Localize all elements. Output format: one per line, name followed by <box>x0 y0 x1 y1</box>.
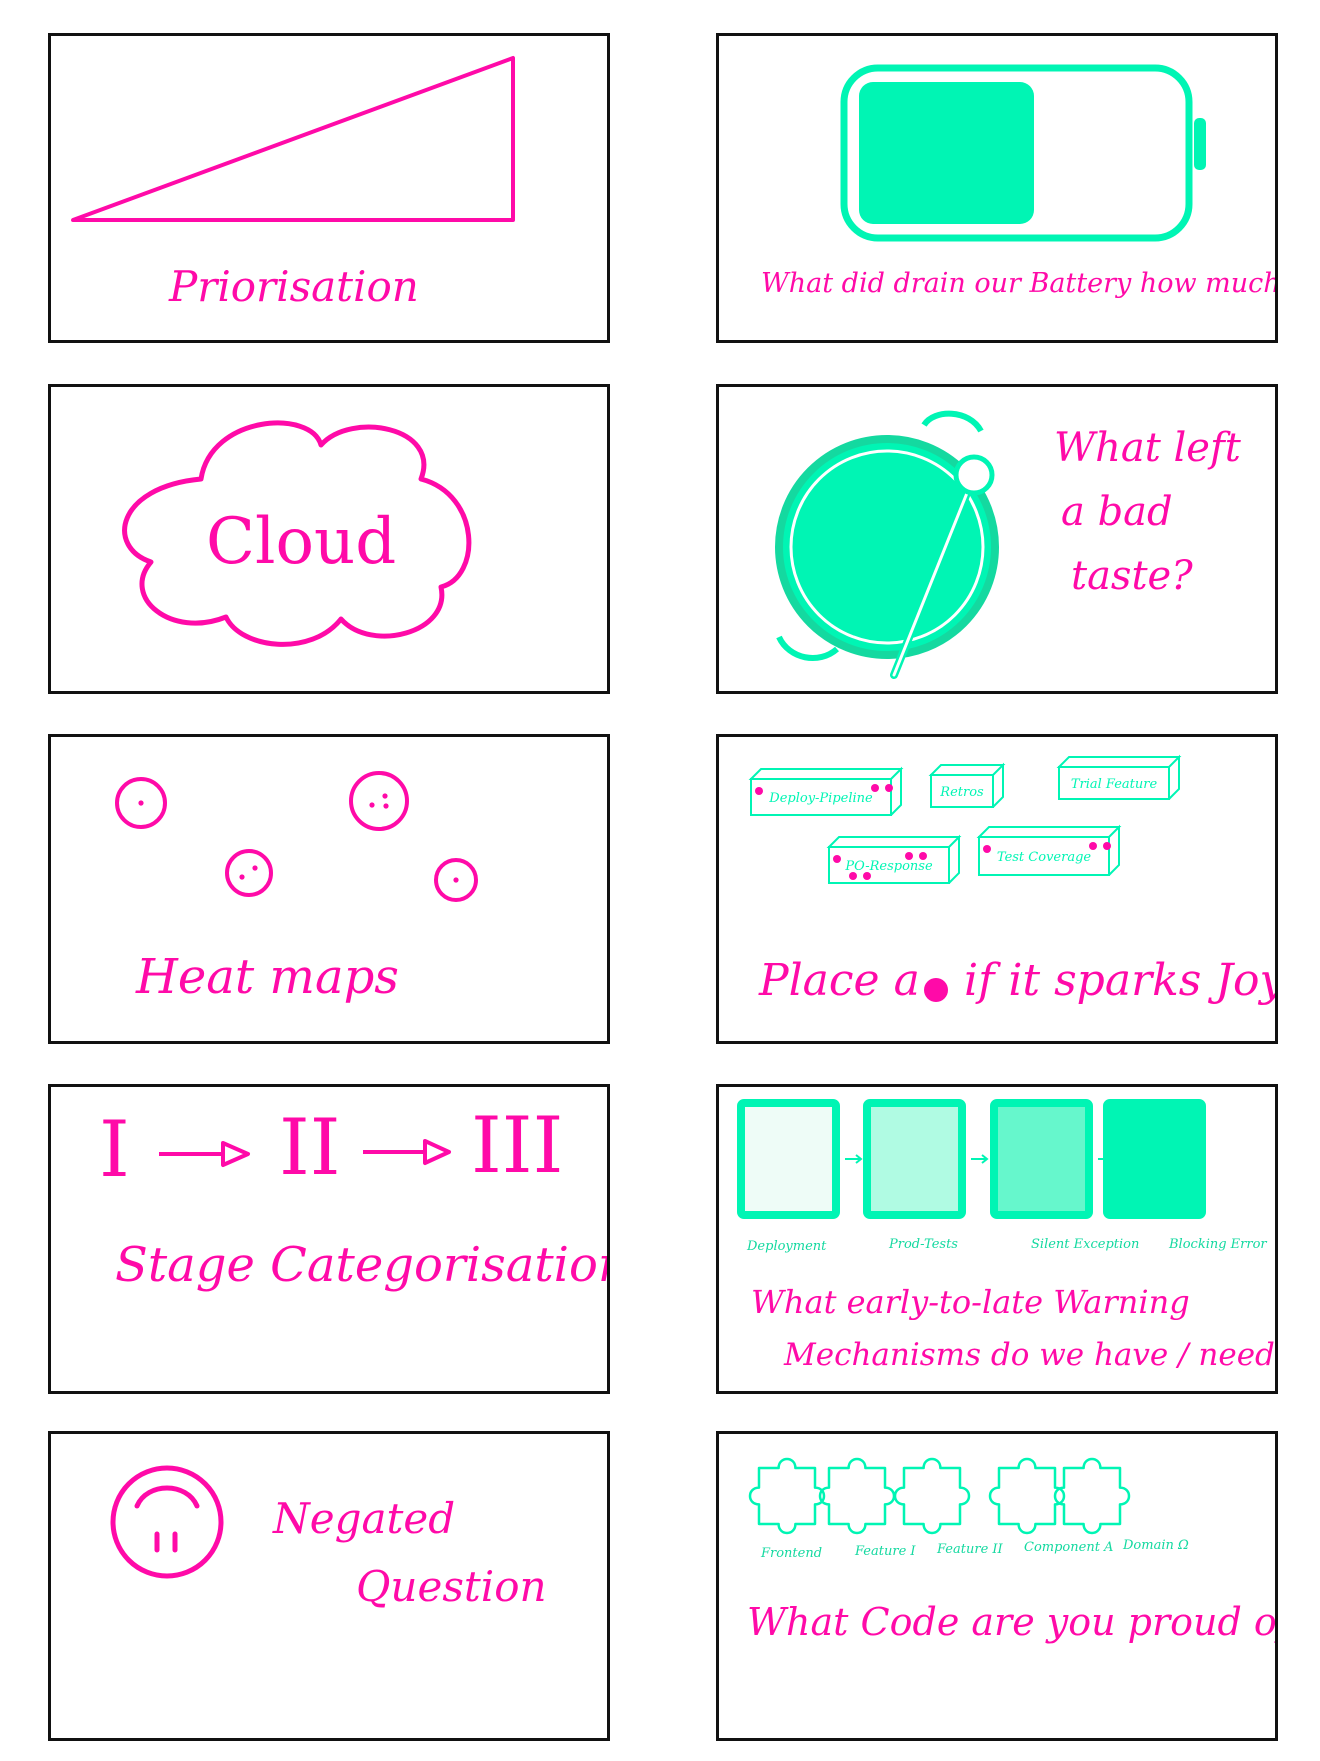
joy-dot <box>983 845 991 853</box>
piece-label-3: Feature II <box>937 1542 1003 1557</box>
heat-dot <box>252 865 258 871</box>
warning-stage-label-3: Silent Exception <box>1031 1237 1140 1252</box>
piece-label-5: Domain Ω <box>1123 1538 1189 1553</box>
stage-3: III <box>471 1101 564 1191</box>
joy-box-label: Trial Feature <box>1071 777 1158 792</box>
joy-dot <box>1103 842 1111 850</box>
joy-boxes: Deploy-Pipeline Retros Trial Feature PO-Res… <box>748 754 1182 884</box>
heat-dot <box>239 874 245 880</box>
stage-2: II <box>279 1103 341 1193</box>
stage-categorisation-label: Stage Categorisation <box>115 1237 610 1293</box>
joy-dot <box>919 852 927 860</box>
sparks-joy-part2: if it sparks Joy <box>964 955 1278 1006</box>
joy-dot <box>871 784 879 792</box>
negated-line2: Question <box>356 1562 547 1611</box>
card-battery: What did drain our Battery how much? <box>716 33 1278 343</box>
joy-dot <box>849 872 857 880</box>
joy-dot <box>1089 842 1097 850</box>
joy-box-label: Deploy-Pipeline <box>768 791 873 806</box>
warning-stage-panel <box>863 1099 966 1219</box>
heat-dot <box>369 802 375 808</box>
sparks-joy-part1: Place a <box>759 955 920 1006</box>
warning-stage-label-4: Blocking Error <box>1169 1237 1267 1252</box>
card-code-pride: Frontend Feature I Feature II Component … <box>716 1431 1278 1741</box>
card-prioritisation: Priorisation <box>48 33 610 343</box>
warning-stage-panel <box>990 1099 1093 1219</box>
heat-circles <box>115 771 478 902</box>
code-pride-question: What Code are you proud of ? <box>747 1600 1278 1644</box>
card-heat-maps: Heat maps <box>48 734 610 1044</box>
piece-label-4: Component A <box>1024 1540 1114 1555</box>
negated-line1: Negated <box>273 1494 456 1543</box>
card-stage-categorisation: I II III Stage Categorisation <box>48 1084 610 1394</box>
puzzle-piece-icon <box>818 1457 896 1535</box>
piece-label-1: Frontend <box>761 1546 823 1561</box>
joy-dot <box>755 787 763 795</box>
card-sparks-joy: Deploy-Pipeline Retros Trial Feature PO-Res… <box>716 734 1278 1044</box>
cloud-label: Cloud <box>206 505 397 579</box>
card-warning: Deployment Prod-Tests Silent Exception B… <box>716 1084 1278 1394</box>
warning-stage-panel <box>737 1099 840 1219</box>
heat-dot <box>382 793 388 799</box>
joy-dot <box>863 872 871 880</box>
bad-taste-line3: taste? <box>1071 553 1193 599</box>
prioritisation-label: Priorisation <box>169 262 419 311</box>
joy-dot <box>905 852 913 860</box>
bad-taste-line2: a bad <box>1061 489 1173 535</box>
warning-stage-panel <box>1103 1099 1206 1219</box>
stage-1: I <box>99 1105 130 1195</box>
heat-maps-label: Heat maps <box>136 949 399 1005</box>
joy-dot <box>833 855 841 863</box>
warning-stage-label-2: Prod-Tests <box>889 1237 958 1252</box>
card-bad-taste: What left a bad taste? <box>716 384 1278 694</box>
warning-arrow <box>971 1154 989 1164</box>
joy-box-label: Test Coverage <box>997 850 1091 865</box>
warning-arrow <box>845 1154 863 1164</box>
piece-label-2: Feature I <box>855 1544 916 1559</box>
joy-dot <box>885 784 893 792</box>
dot-circle-icon <box>349 771 409 831</box>
warning-line1: What early-to-late Warning <box>751 1283 1190 1321</box>
card-cloud: Cloud <box>48 384 610 694</box>
joy-dot-icon <box>924 978 948 1002</box>
warning-line2: Mechanisms do we have / need? <box>784 1337 1278 1373</box>
puzzle-piece-icon <box>988 1457 1066 1535</box>
bad-taste-line1: What left <box>1054 425 1241 471</box>
heat-dot <box>383 803 389 809</box>
puzzle-piece-icon <box>893 1457 971 1535</box>
warning-stages <box>737 1099 1206 1219</box>
heat-dot <box>138 800 144 806</box>
dot-circle-icon <box>225 849 273 897</box>
puzzle-piece-icon <box>748 1457 826 1535</box>
joy-box-label: PO-Response <box>844 859 933 874</box>
battery-question: What did drain our Battery how much? <box>761 268 1278 299</box>
warning-stage-label-1: Deployment <box>747 1239 827 1254</box>
puzzle-pieces <box>748 1457 1131 1535</box>
puzzle-piece-icon <box>1053 1457 1131 1535</box>
heat-dot <box>453 877 459 883</box>
joy-box-label: Retros <box>939 785 984 800</box>
card-negated-question: Negated Question <box>48 1431 610 1741</box>
